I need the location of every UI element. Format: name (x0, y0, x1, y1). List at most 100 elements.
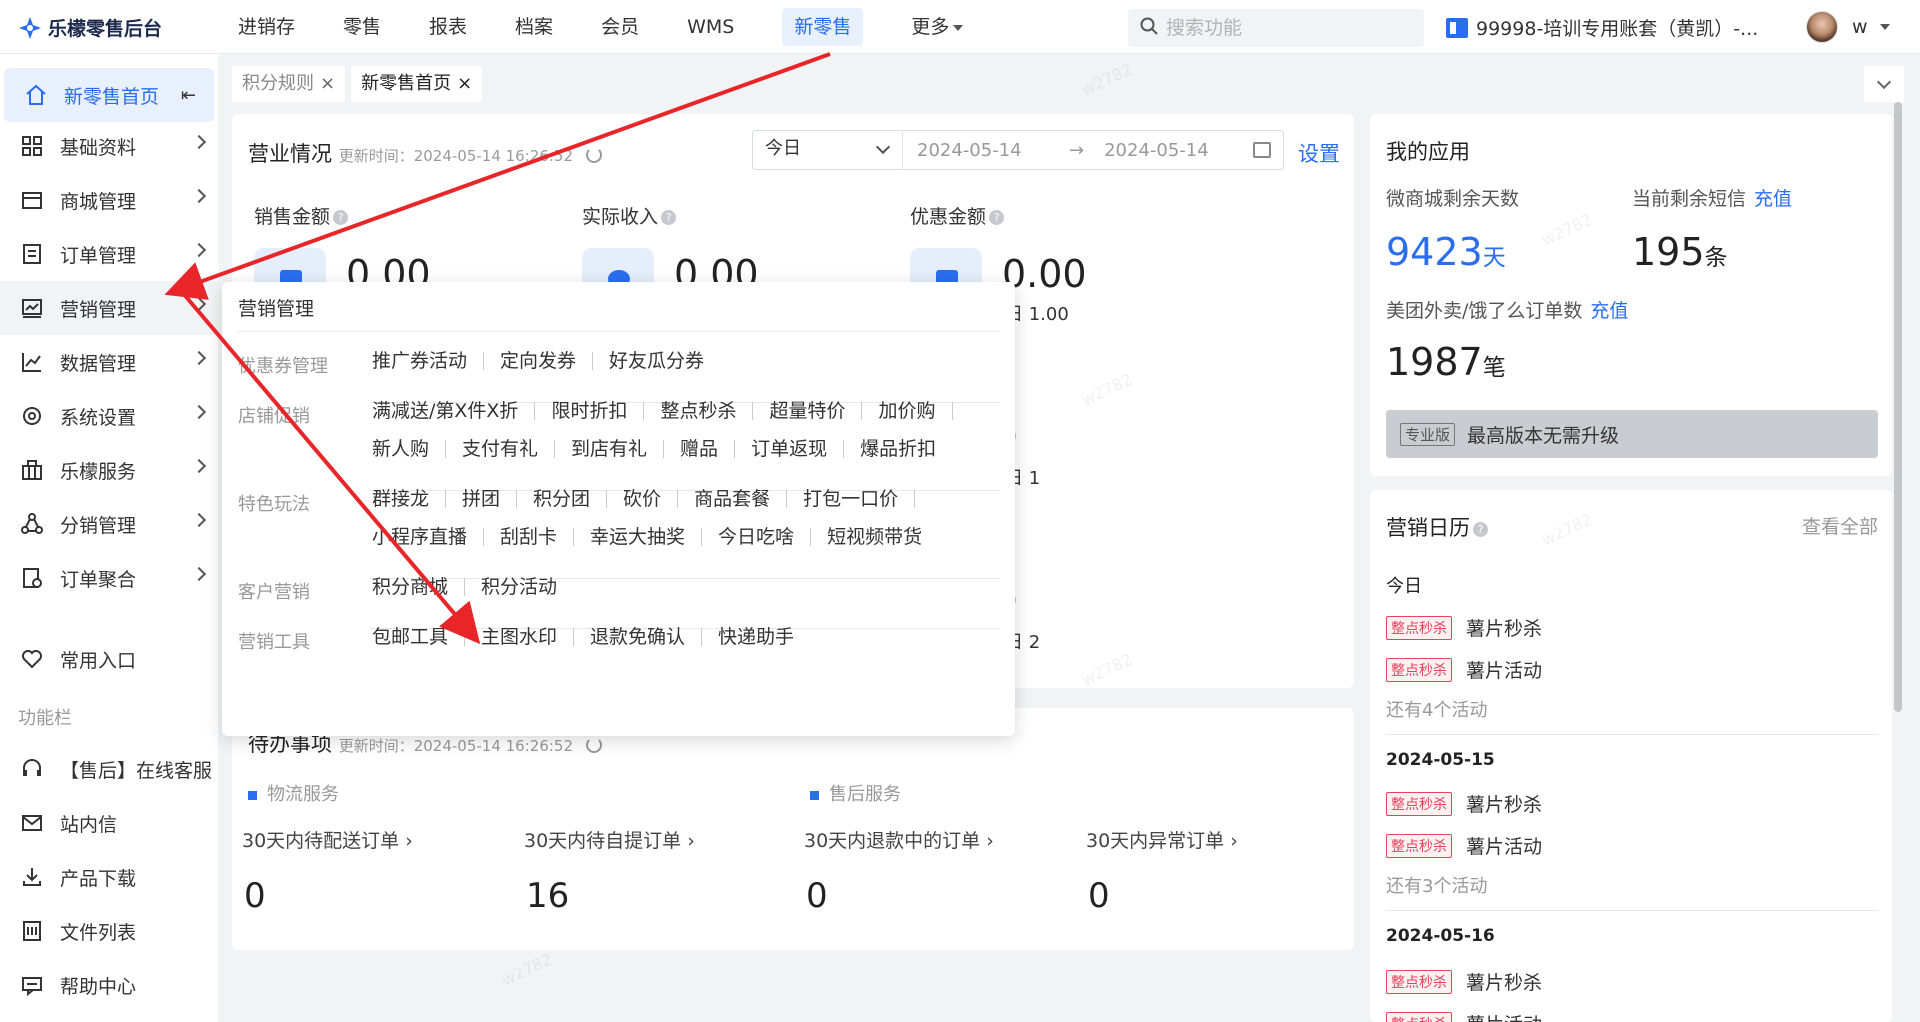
topnav-more[interactable]: 更多 (887, 0, 987, 54)
close-icon[interactable]: × (320, 73, 335, 94)
takeout-recharge-link[interactable]: 充值 (1590, 300, 1628, 322)
view-all-link[interactable]: 查看全部 (1802, 512, 1878, 539)
calendar-event[interactable]: 整点秒杀 薯片秒杀 (1386, 790, 1542, 817)
todo-link-abnormal[interactable]: 30天内异常订单 › (1086, 826, 1238, 853)
sidebar-item-mall[interactable]: 商城管理 (0, 173, 218, 227)
menu-item-bargain[interactable]: 砍价 (623, 490, 679, 509)
menu-item-pay-gift[interactable]: 支付有礼 (462, 440, 556, 459)
tabs-dropdown-button[interactable] (1864, 66, 1904, 102)
search-input[interactable] (1166, 17, 1406, 39)
calendar-event[interactable]: 整点秒杀 薯片秒杀 (1386, 968, 1542, 995)
page-scrollbar[interactable] (1894, 102, 1902, 712)
menu-item-what-to-eat[interactable]: 今日吃啥 (718, 528, 812, 547)
chevron-right-icon (191, 458, 207, 474)
menu-item-limited-discount[interactable]: 限时折扣 (551, 402, 645, 421)
menu-item-points-activity[interactable]: 积分活动 (481, 578, 573, 597)
menu-item-hot-discount[interactable]: 爆品折扣 (860, 440, 952, 459)
menu-item-full-reduction[interactable]: 满减送/第X件X折 (372, 402, 536, 421)
tab-new-retail-home[interactable]: 新零售首页 × (351, 66, 483, 102)
menu-item-points-mall[interactable]: 积分商城 (372, 578, 466, 597)
sidebar-tool-inbox[interactable]: 站内信 (0, 796, 218, 850)
menu-item-mini-live[interactable]: 小程序直播 (372, 528, 485, 547)
account-switcher[interactable]: 99998-培训专用账套（黄凯）-... (1446, 14, 1758, 41)
todo-link-delivery[interactable]: 30天内待配送订单 › (242, 826, 413, 853)
help-icon[interactable]: ? (661, 210, 677, 225)
menu-item-group-buy[interactable]: 拼团 (462, 490, 518, 509)
sidebar-item-order-aggregate[interactable]: 订单聚合 (0, 551, 218, 605)
close-icon[interactable]: × (457, 73, 472, 94)
sidebar-item-home[interactable]: 新零售首页 ⇤ (4, 68, 214, 122)
sidebar-common-entry[interactable]: 常用入口 (0, 632, 218, 686)
sidebar-tool-help[interactable]: 帮助中心 (0, 958, 218, 1012)
menu-item-gift[interactable]: 赠品 (680, 440, 736, 459)
date-start[interactable]: 2024-05-14 (903, 140, 1063, 161)
refresh-icon[interactable] (585, 147, 602, 163)
menu-item-group-chain[interactable]: 群接龙 (372, 490, 447, 509)
menu-item-lucky-draw[interactable]: 幸运大抽奖 (590, 528, 703, 547)
help-icon[interactable]: ? (1473, 521, 1488, 537)
sidebar-tool-download[interactable]: 产品下载 (0, 850, 218, 904)
calendar-event[interactable]: 整点秒杀薯片活动 (1386, 656, 1542, 683)
menu-item-friend-split-coupon[interactable]: 好友瓜分券 (609, 352, 720, 371)
menu-item-watermark[interactable]: 主图水印 (481, 628, 575, 647)
sidebar-item-marketing[interactable]: 营销管理 (0, 281, 218, 335)
topnav-reports[interactable]: 报表 (405, 0, 491, 54)
menu-item-free-shipping[interactable]: 包邮工具 (372, 628, 466, 647)
tab-points-rules[interactable]: 积分规则 × (232, 66, 346, 102)
topnav-inventory[interactable]: 进销存 (214, 0, 319, 54)
topnav-members[interactable]: 会员 (577, 0, 663, 54)
sms-recharge-link[interactable]: 充值 (1754, 188, 1792, 210)
collapse-sidebar-icon[interactable]: ⇤ (181, 85, 196, 106)
mall-days-value: 9423天 (1386, 230, 1506, 274)
topnav-retail[interactable]: 零售 (319, 0, 405, 54)
topnav-wms[interactable]: WMS (663, 0, 758, 54)
date-end[interactable]: 2024-05-14 (1090, 140, 1250, 161)
todo-link-pickup[interactable]: 30天内待自提订单 › (524, 826, 695, 853)
calendar-event[interactable]: 整点秒杀薯片活动 (1386, 1010, 1542, 1022)
calendar-event[interactable]: 整点秒杀 薯片秒杀 (1386, 614, 1542, 641)
menu-item-scratch-card[interactable]: 刮刮卡 (500, 528, 575, 547)
topnav-new-retail[interactable]: 新零售 (758, 0, 887, 54)
app-logo[interactable]: 乐檬零售后台 (18, 14, 162, 41)
chevron-right-icon (191, 512, 207, 528)
sidebar-item-basic-data[interactable]: 基础资料 (0, 119, 218, 173)
menu-item-store-visit-gift[interactable]: 到店有礼 (571, 440, 665, 459)
menu-item-targeted-coupon[interactable]: 定向发券 (500, 352, 594, 371)
menu-item-pack-price[interactable]: 打包一口价 (803, 490, 916, 509)
todo-link-refund[interactable]: 30天内退款中的订单 › (804, 826, 994, 853)
topnav-archives[interactable]: 档案 (491, 0, 577, 54)
sidebar-item-settings[interactable]: 系统设置 (0, 389, 218, 443)
menu-item-points-group[interactable]: 积分团 (533, 490, 608, 509)
menu-item-promo-coupon[interactable]: 推广券活动 (372, 352, 485, 371)
menu-item-short-video[interactable]: 短视频带货 (827, 528, 938, 547)
app-logo-text: 乐檬零售后台 (48, 18, 163, 40)
menu-item-add-on-purchase[interactable]: 加价购 (878, 402, 953, 421)
sidebar-item-orders[interactable]: 订单管理 (0, 227, 218, 281)
menu-item-refund-auto[interactable]: 退款免确认 (590, 628, 703, 647)
calendar-more[interactable]: 还有3个活动 (1386, 872, 1487, 898)
user-menu[interactable]: w (1806, 11, 1890, 43)
range-select[interactable]: 今日 (753, 130, 903, 170)
settings-link[interactable]: 设置 (1298, 138, 1340, 168)
sidebar-tool-support[interactable]: 【售后】在线客服 (0, 742, 218, 796)
search-box[interactable] (1128, 9, 1424, 47)
menu-item-order-cashback[interactable]: 订单返现 (751, 440, 845, 459)
date-range-filter[interactable]: 今日 2024-05-14 → 2024-05-14 (752, 130, 1284, 170)
menu-item-bulk-special[interactable]: 超量特价 (769, 402, 863, 421)
calendar-date: 2024-05-15 (1386, 750, 1495, 770)
sidebar-item-data[interactable]: 数据管理 (0, 335, 218, 389)
refresh-icon[interactable] (585, 737, 602, 753)
menu-item-express-helper[interactable]: 快递助手 (718, 628, 810, 647)
help-icon[interactable]: ? (333, 210, 349, 225)
sidebar-item-service[interactable]: 乐檬服务 (0, 443, 218, 497)
sidebar-tool-files[interactable]: 文件列表 (0, 904, 218, 958)
menu-item-bundle[interactable]: 商品套餐 (694, 490, 788, 509)
menu-item-new-user[interactable]: 新人购 (372, 440, 447, 459)
sidebar-item-label: 文件列表 (60, 921, 137, 944)
sidebar-item-distribution[interactable]: 分销管理 (0, 497, 218, 551)
help-icon[interactable]: ? (989, 210, 1005, 225)
menu-item-flash-sale[interactable]: 整点秒杀 (660, 402, 754, 421)
sms-count-value: 195条 (1632, 230, 1728, 274)
calendar-event[interactable]: 整点秒杀薯片活动 (1386, 832, 1542, 859)
calendar-more[interactable]: 还有4个活动 (1386, 696, 1487, 722)
